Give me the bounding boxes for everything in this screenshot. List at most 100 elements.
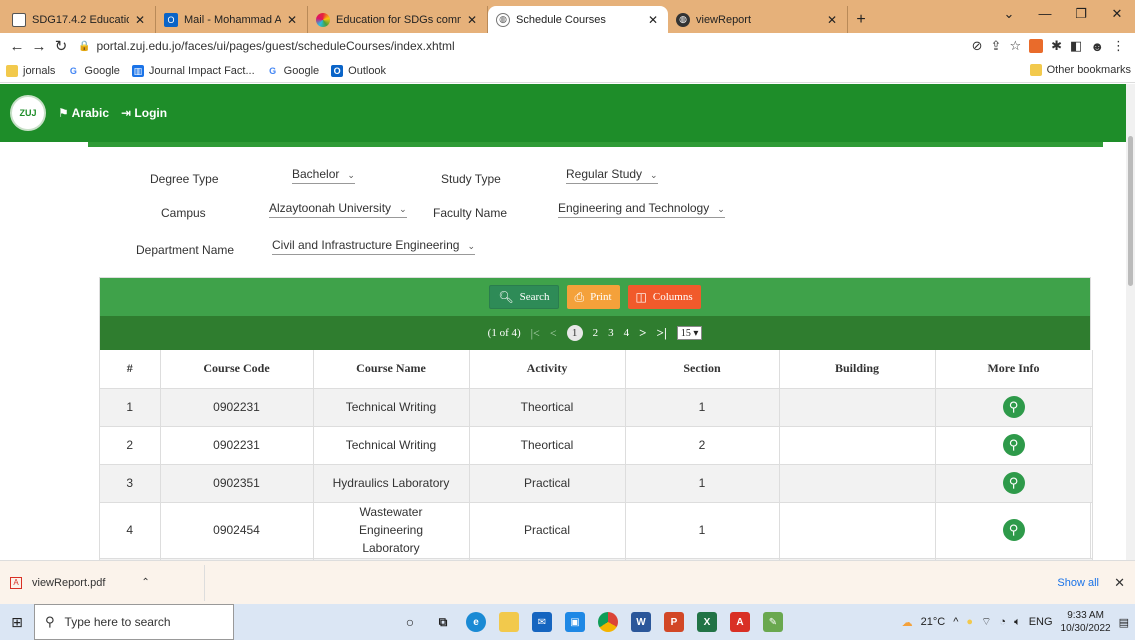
- table-row: 4 0902454 Wastewater Engineering Laborat…: [100, 502, 1093, 559]
- page-number[interactable]: 4: [624, 327, 630, 339]
- tray-chevron-up-icon[interactable]: ^: [953, 616, 958, 628]
- word-icon[interactable]: W: [631, 612, 651, 632]
- screen: ​ SDG17.4.2 Education for SDG ✕ O Mail -…: [0, 0, 1135, 640]
- more-info-search-icon[interactable]: ⚲: [1002, 434, 1025, 456]
- cell-building: [779, 502, 936, 559]
- profile-avatar-icon[interactable]: ☻: [1090, 39, 1104, 54]
- column-header[interactable]: Section: [625, 350, 780, 389]
- more-info-search-icon[interactable]: ⚲: [1002, 396, 1025, 418]
- search-button[interactable]: 🔍︎ Search: [489, 285, 559, 309]
- bookmark-star-icon[interactable]: ☆: [1009, 38, 1021, 54]
- arabic-link[interactable]: ⚑ Arabic: [58, 106, 109, 120]
- tab-search-icon[interactable]: ⌄: [991, 6, 1027, 22]
- column-header[interactable]: Activity: [469, 350, 626, 389]
- acrobat-icon[interactable]: A: [730, 612, 750, 632]
- other-bookmarks[interactable]: Other bookmarks: [1029, 64, 1131, 76]
- campus-select[interactable]: Alzaytoonah University ⌄: [269, 201, 407, 218]
- wifi-icon[interactable]: ◔: [999, 616, 1006, 628]
- new-tab-button[interactable]: +: [848, 6, 874, 33]
- reload-icon[interactable]: ↻: [50, 37, 72, 55]
- minimize-icon[interactable]: —: [1027, 6, 1063, 21]
- weather-temp[interactable]: 21°C: [921, 616, 946, 628]
- cortana-icon[interactable]: ○: [400, 612, 420, 632]
- column-header[interactable]: Course Code: [160, 350, 314, 389]
- browser-tab-active[interactable]: ◍ Schedule Courses ✕: [488, 6, 668, 33]
- login-link[interactable]: ⇥ Login: [121, 106, 167, 120]
- share-icon[interactable]: ⇪: [991, 38, 1002, 54]
- bookmark-item[interactable]: O Outlook: [331, 64, 386, 77]
- rows-per-page-select[interactable]: 15 ▾: [676, 326, 703, 340]
- store-icon[interactable]: ▣: [565, 612, 585, 632]
- weather-icon[interactable]: ☁: [902, 616, 913, 629]
- extensions-puzzle-icon[interactable]: ✱: [1051, 38, 1062, 54]
- page-number[interactable]: 3: [608, 327, 614, 339]
- browser-tab[interactable]: O Mail - Mohammad Alia - Out ✕: [156, 6, 308, 33]
- column-header[interactable]: Course Name: [313, 350, 470, 389]
- close-tab-icon[interactable]: ✕: [825, 13, 839, 27]
- excel-icon[interactable]: X: [697, 612, 717, 632]
- first-page-icon[interactable]: |<: [531, 326, 540, 341]
- extension-icon[interactable]: [1029, 39, 1044, 53]
- column-header[interactable]: Building: [779, 350, 936, 389]
- page-number-current[interactable]: 1: [566, 325, 583, 341]
- browser-tab[interactable]: ​ SDG17.4.2 Education for SDG ✕: [4, 6, 156, 33]
- edge-icon[interactable]: e: [466, 612, 486, 632]
- bookmark-item[interactable]: G Google: [67, 64, 120, 77]
- menu-kebab-icon[interactable]: ⋮: [1112, 38, 1125, 54]
- chevron-up-icon[interactable]: ⌃: [141, 577, 149, 588]
- chrome-icon[interactable]: [598, 612, 618, 632]
- task-view-icon[interactable]: ⧉: [433, 612, 453, 632]
- close-tab-icon[interactable]: ✕: [465, 13, 479, 27]
- faculty-select[interactable]: Engineering and Technology ⌄: [558, 201, 725, 218]
- scrollbar-thumb[interactable]: [1128, 136, 1133, 286]
- translate-icon[interactable]: ⊘: [972, 38, 983, 54]
- close-downloads-icon[interactable]: ✕: [1114, 575, 1125, 591]
- file-explorer-icon[interactable]: [499, 612, 519, 632]
- university-logo[interactable]: ZUJ: [10, 95, 46, 131]
- last-page-icon[interactable]: >|: [657, 325, 667, 341]
- more-info-search-icon[interactable]: ⚲: [1002, 519, 1025, 541]
- department-select[interactable]: Civil and Infrastructure Engineering ⌄: [272, 238, 475, 255]
- taskbar-clock[interactable]: 9:33 AM 10/30/2022: [1061, 609, 1111, 635]
- print-button[interactable]: ⎙ Print: [566, 285, 620, 309]
- paint-icon[interactable]: ✎: [763, 612, 783, 632]
- close-tab-icon[interactable]: ✕: [646, 13, 660, 27]
- next-page-icon[interactable]: >: [639, 325, 646, 341]
- bookmark-item[interactable]: ▥ Journal Impact Fact...: [131, 64, 255, 77]
- side-panel-icon[interactable]: ◧: [1070, 38, 1082, 54]
- page-number[interactable]: 2: [593, 327, 599, 339]
- browser-tab[interactable]: ◍ viewReport ✕: [668, 6, 848, 33]
- columns-button[interactable]: ◫ Columns: [627, 285, 701, 309]
- taskbar-search-box[interactable]: ⚲ Type here to search: [34, 604, 234, 640]
- forward-icon[interactable]: →: [28, 38, 50, 55]
- address-bar[interactable]: 🔒 portal.zuj.edu.jo/faces/ui/pages/guest…: [78, 35, 972, 57]
- volume-icon[interactable]: 🔈︎: [1014, 616, 1021, 629]
- page-scrollbar[interactable]: [1126, 84, 1135, 560]
- language-indicator[interactable]: ENG: [1029, 616, 1053, 628]
- study-type-select[interactable]: Regular Study ⌄: [566, 167, 658, 184]
- tab-title: Mail - Mohammad Alia - Out: [184, 13, 281, 26]
- cell-more-info: ⚲: [935, 502, 1093, 559]
- browser-tab[interactable]: Education for SDGs committ ✕: [308, 6, 488, 33]
- mail-icon[interactable]: ✉: [532, 612, 552, 632]
- close-window-icon[interactable]: ✕: [1099, 6, 1135, 22]
- bookmark-item[interactable]: G Google: [266, 64, 319, 77]
- show-all-button[interactable]: Show all: [1057, 577, 1099, 589]
- column-header[interactable]: #: [100, 350, 161, 389]
- network-icon[interactable]: ⌔: [981, 615, 991, 629]
- close-tab-icon[interactable]: ✕: [285, 13, 299, 27]
- tray-app-icon[interactable]: ●: [966, 616, 973, 628]
- close-tab-icon[interactable]: ✕: [133, 13, 147, 27]
- browser-tab-strip: ​ SDG17.4.2 Education for SDG ✕ O Mail -…: [0, 0, 1135, 33]
- column-header[interactable]: More Info: [935, 350, 1093, 389]
- restore-icon[interactable]: ❐: [1063, 6, 1099, 22]
- powerpoint-icon[interactable]: P: [664, 612, 684, 632]
- prev-page-icon[interactable]: <: [550, 326, 557, 341]
- back-icon[interactable]: ←: [6, 38, 28, 55]
- download-item[interactable]: A viewReport.pdf ⌃: [0, 564, 205, 601]
- degree-type-select[interactable]: Bachelor ⌄: [292, 167, 355, 184]
- windows-start-icon[interactable]: ⊞: [0, 614, 34, 631]
- bookmark-item[interactable]: jornals: [6, 64, 55, 77]
- notifications-icon[interactable]: ▤: [1119, 616, 1129, 629]
- more-info-search-icon[interactable]: ⚲: [1002, 472, 1025, 494]
